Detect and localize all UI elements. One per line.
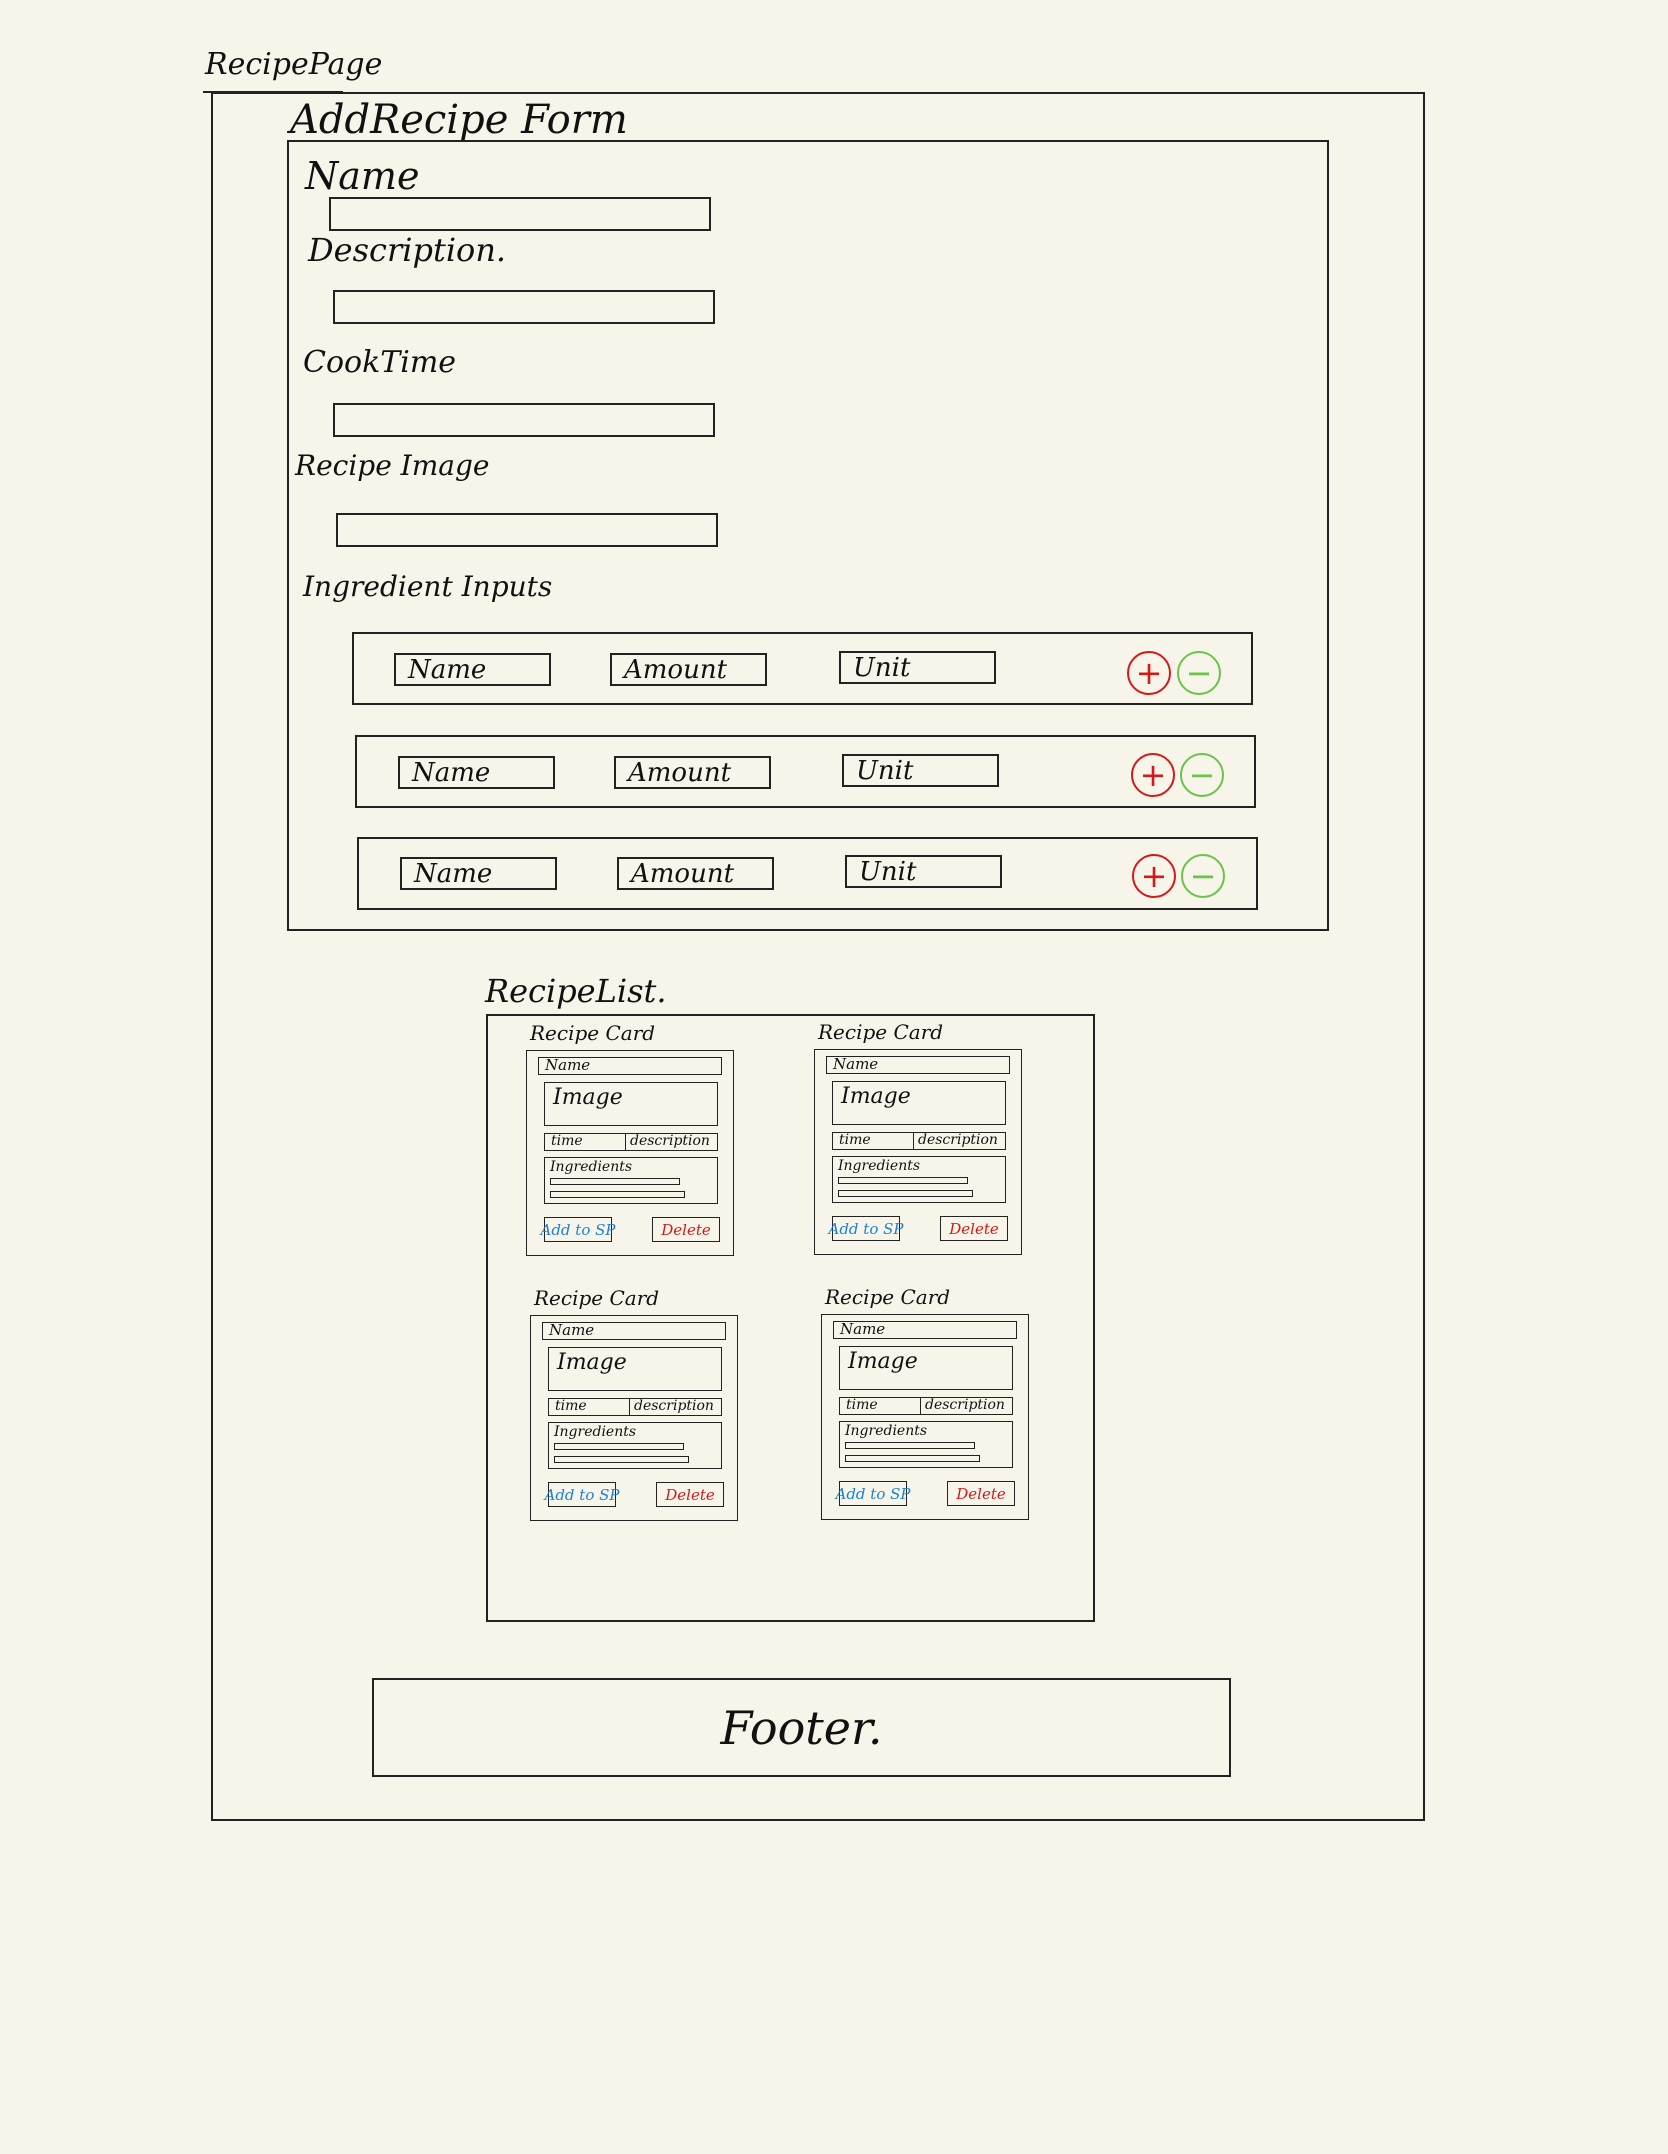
recipe-card-title: Recipe Card	[818, 1020, 944, 1044]
plus-circle-icon[interactable]: +	[1131, 753, 1175, 797]
card-ingredients-label: Ingredients	[554, 1424, 637, 1440]
card-description-field: description	[913, 1132, 1006, 1150]
delete-button[interactable]: Delete	[656, 1482, 724, 1507]
footer-label: Footer.	[720, 1700, 883, 1755]
description-input[interactable]	[333, 290, 715, 324]
card-description-field: description	[625, 1133, 718, 1151]
card-name-field: Name	[826, 1056, 1010, 1074]
card-image-placeholder: Image	[544, 1082, 718, 1126]
recipe-card-title: Recipe Card	[825, 1285, 951, 1309]
cooktime-label: CookTime	[303, 345, 457, 380]
ingredient-unit-input[interactable]: Unit	[845, 855, 1002, 888]
card-ingredients-label: Ingredients	[838, 1158, 921, 1174]
cooktime-input[interactable]	[333, 403, 715, 437]
plus-circle-icon[interactable]: +	[1127, 651, 1171, 695]
card-ingredient-line	[838, 1177, 968, 1184]
form-title: AddRecipe Form	[290, 97, 628, 143]
recipe-card-title: Recipe Card	[534, 1286, 660, 1310]
recipe-card-title: Recipe Card	[530, 1021, 656, 1045]
delete-button[interactable]: Delete	[652, 1217, 720, 1242]
recipe-image-label: Recipe Image	[295, 449, 490, 482]
card-image-placeholder: Image	[839, 1346, 1013, 1390]
card-ingredient-line	[554, 1443, 684, 1450]
ingredient-unit-input[interactable]: Unit	[839, 651, 996, 684]
ingredient-name-input[interactable]: Name	[394, 653, 551, 686]
add-to-sp-button[interactable]: Add to SP	[829, 1216, 904, 1241]
card-ingredient-line	[550, 1191, 685, 1198]
card-name-field: Name	[538, 1057, 722, 1075]
recipe-list-title: RecipeList.	[485, 972, 667, 1010]
delete-button[interactable]: Delete	[940, 1216, 1008, 1241]
page-title: RecipePage	[205, 47, 383, 82]
minus-circle-icon[interactable]: −	[1181, 854, 1225, 898]
card-time-field: time	[832, 1132, 914, 1150]
ingredient-name-input[interactable]: Name	[398, 756, 555, 789]
card-name-field: Name	[833, 1321, 1017, 1339]
add-to-sp-button[interactable]: Add to SP	[541, 1217, 616, 1242]
card-ingredient-line	[554, 1456, 689, 1463]
card-time-field: time	[544, 1133, 626, 1151]
recipe-image-input[interactable]	[336, 513, 718, 547]
name-input[interactable]	[329, 197, 711, 231]
card-image-placeholder: Image	[548, 1347, 722, 1391]
ingredient-amount-input[interactable]: Amount	[617, 857, 774, 890]
card-ingredient-line	[845, 1442, 975, 1449]
minus-circle-icon[interactable]: −	[1177, 651, 1221, 695]
minus-circle-icon[interactable]: −	[1180, 753, 1224, 797]
card-description-field: description	[920, 1397, 1013, 1415]
ingredient-name-input[interactable]: Name	[400, 857, 557, 890]
card-description-field: description	[629, 1398, 722, 1416]
description-label: Description.	[308, 231, 507, 269]
add-to-sp-button[interactable]: Add to SP	[836, 1481, 911, 1506]
card-ingredient-line	[550, 1178, 680, 1185]
card-time-field: time	[548, 1398, 630, 1416]
plus-circle-icon[interactable]: +	[1132, 854, 1176, 898]
ingredient-amount-input[interactable]: Amount	[614, 756, 771, 789]
card-ingredients-label: Ingredients	[845, 1423, 928, 1439]
card-time-field: time	[839, 1397, 921, 1415]
card-image-placeholder: Image	[832, 1081, 1006, 1125]
card-name-field: Name	[542, 1322, 726, 1340]
ingredient-amount-input[interactable]: Amount	[610, 653, 767, 686]
card-ingredients-label: Ingredients	[550, 1159, 633, 1175]
delete-button[interactable]: Delete	[947, 1481, 1015, 1506]
add-to-sp-button[interactable]: Add to SP	[545, 1482, 620, 1507]
ingredient-unit-input[interactable]: Unit	[842, 754, 999, 787]
ingredient-inputs-label: Ingredient Inputs	[303, 570, 553, 603]
name-label: Name	[305, 154, 420, 198]
card-ingredient-line	[845, 1455, 980, 1462]
card-ingredient-line	[838, 1190, 973, 1197]
